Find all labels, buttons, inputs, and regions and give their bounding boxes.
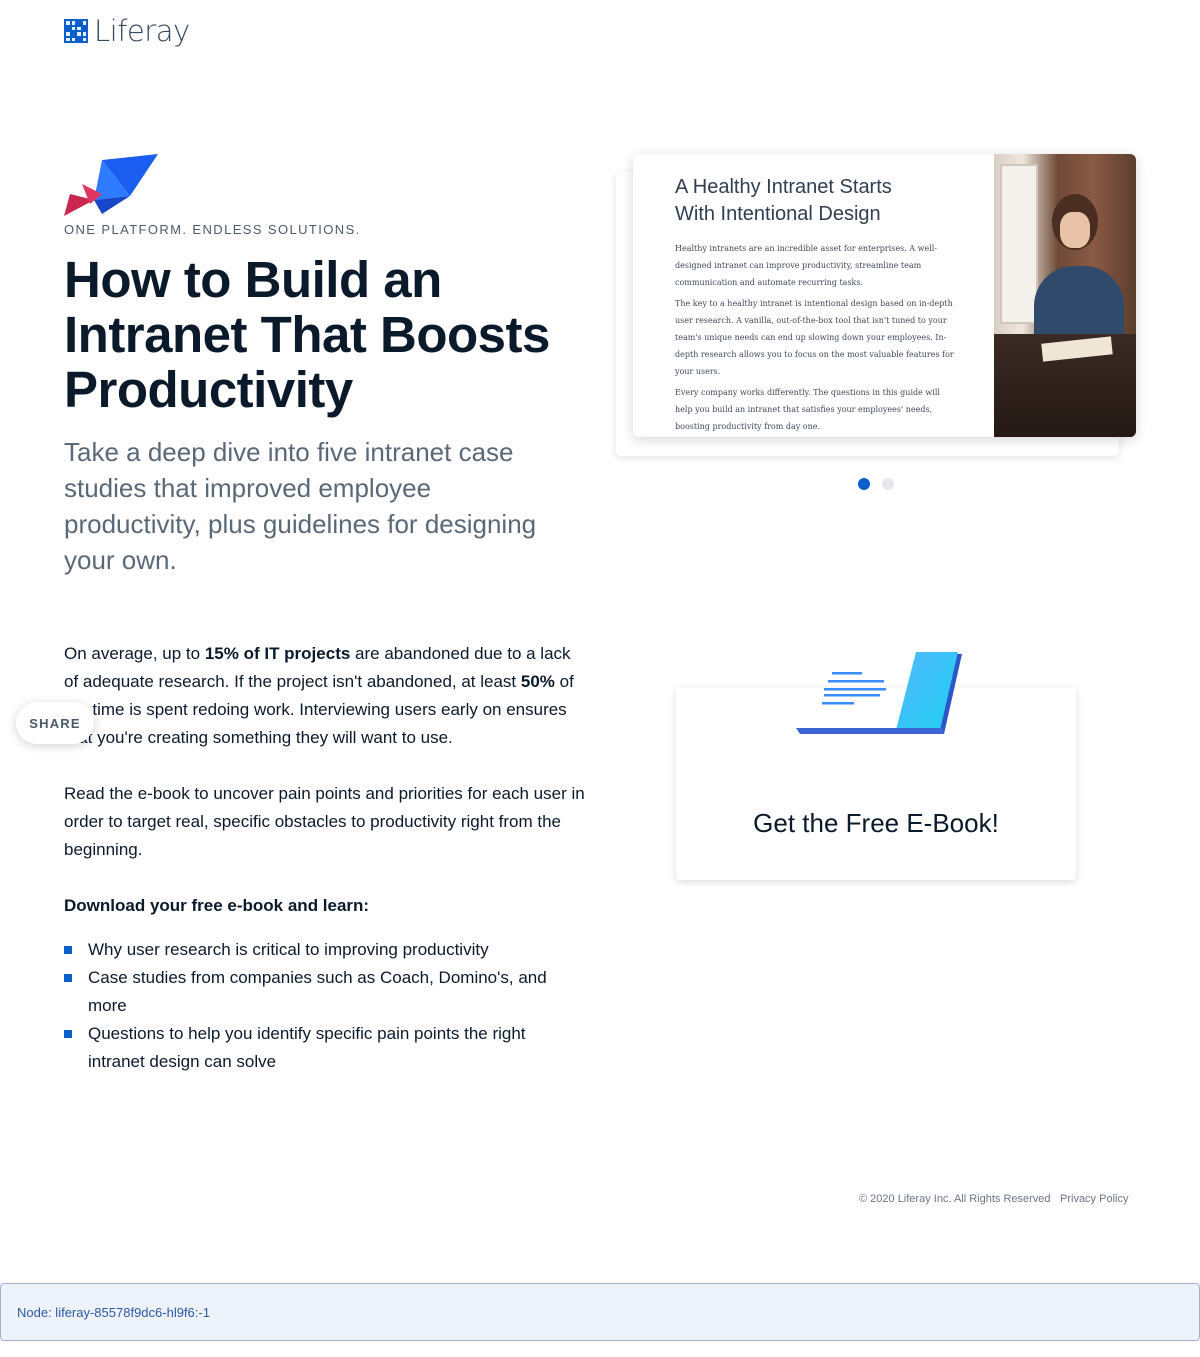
liferay-logo-icon bbox=[64, 19, 88, 43]
ebook-paragraph: Read the e-book to uncover pain points a… bbox=[64, 784, 585, 859]
preview-paragraph-1: Healthy intranets are an incredible asse… bbox=[675, 244, 937, 287]
footer-copyright: © 2020 Liferay Inc. All Rights Reserved bbox=[859, 1193, 1051, 1205]
logo-text: Liferay bbox=[94, 14, 190, 48]
privacy-policy-link[interactable]: Privacy Policy bbox=[1060, 1193, 1128, 1205]
preview-title-line2: With Intentional Design bbox=[675, 203, 881, 225]
node-info-bar: Node: liferay-85578f9dc6-hl9f6:-1 bbox=[0, 1283, 1200, 1341]
hero-subtitle: Take a deep dive into five intranet case… bbox=[64, 437, 537, 575]
bullet-square-icon bbox=[64, 946, 72, 954]
bullet-square-icon bbox=[64, 1030, 72, 1038]
carousel-dot-2[interactable] bbox=[882, 478, 894, 490]
learn-list: Why user research is critical to improvi… bbox=[64, 936, 586, 1076]
intro-stat-it-projects: 15% of IT projects bbox=[204, 644, 351, 663]
carousel-dot-1[interactable] bbox=[858, 478, 870, 490]
carousel-indicators bbox=[858, 478, 894, 490]
preview-text: A Healthy Intranet Starts With Intention… bbox=[675, 174, 955, 437]
preview-paragraph-2: The key to a healthy intranet is intenti… bbox=[675, 299, 954, 376]
preview-paragraph-3: Every company works differently. The que… bbox=[675, 388, 940, 431]
intro-text-a: On average, up to bbox=[64, 644, 205, 663]
rocket-icon bbox=[64, 154, 158, 216]
preview-photo-woman-writing bbox=[994, 154, 1136, 437]
list-item-text: Case studies from companies such as Coac… bbox=[88, 968, 547, 1015]
liferay-logo[interactable]: Liferay bbox=[64, 14, 190, 48]
page-title: How to Build an Intranet That Boosts Pro… bbox=[64, 251, 550, 418]
body-copy: On average, up to 15% of IT projects are… bbox=[64, 640, 586, 1076]
node-info-text: Node: liferay-85578f9dc6-hl9f6:-1 bbox=[17, 1304, 210, 1320]
list-item: Why user research is critical to improvi… bbox=[64, 936, 586, 964]
photo-person-face bbox=[1060, 212, 1090, 248]
intro-stat-percent: 50% bbox=[520, 672, 555, 691]
hero-eyebrow: ONE PLATFORM. ENDLESS SOLUTIONS. bbox=[64, 222, 361, 237]
ebook-preview-slide[interactable]: A Healthy Intranet Starts With Intention… bbox=[633, 154, 1136, 437]
get-ebook-label[interactable]: Get the Free E-Book! bbox=[676, 808, 1076, 839]
photo-window bbox=[1000, 164, 1038, 324]
ebook-laptop-icon bbox=[796, 652, 962, 734]
bullet-square-icon bbox=[64, 974, 72, 982]
intro-paragraph: On average, up to 15% of IT projects are… bbox=[64, 640, 586, 752]
preview-title: A Healthy Intranet Starts With Intention… bbox=[675, 174, 955, 228]
list-item: Case studies from companies such as Coac… bbox=[64, 964, 586, 1020]
list-item: Questions to help you identify specific … bbox=[64, 1020, 586, 1076]
list-item-text: Questions to help you identify specific … bbox=[88, 1024, 526, 1071]
learn-heading: Download your free e-book and learn: bbox=[64, 896, 370, 915]
share-button[interactable]: SHARE bbox=[16, 702, 94, 744]
preview-title-line1: A Healthy Intranet Starts bbox=[675, 176, 892, 198]
list-item-text: Why user research is critical to improvi… bbox=[88, 940, 489, 959]
